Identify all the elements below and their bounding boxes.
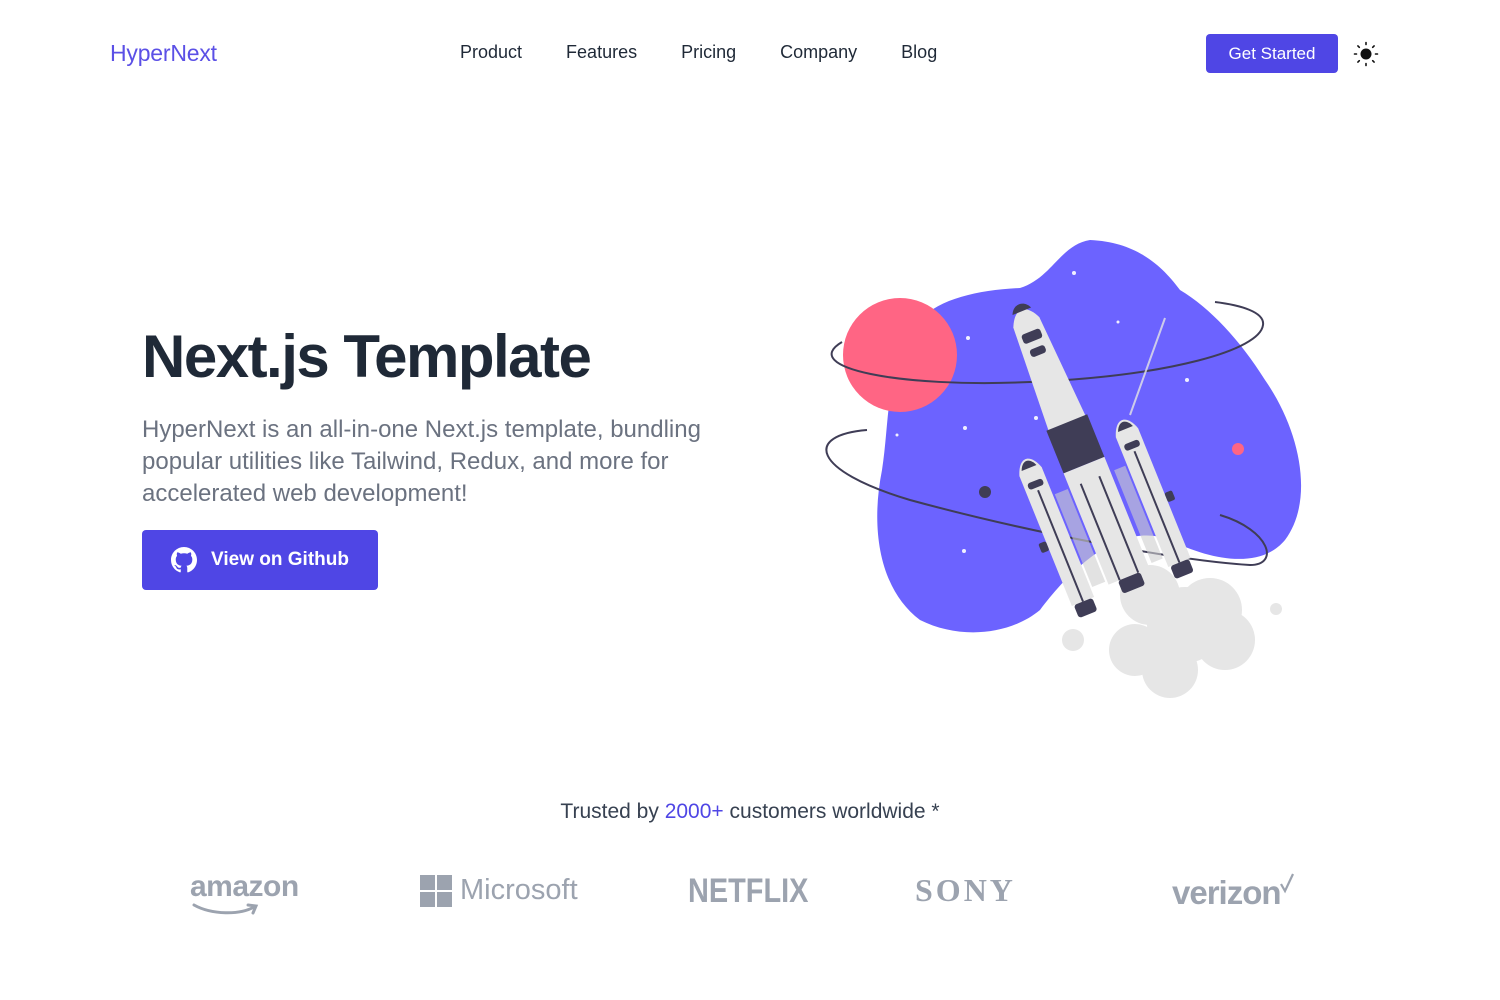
get-started-button[interactable]: Get Started bbox=[1206, 34, 1338, 73]
view-on-github-label: View on Github bbox=[211, 549, 349, 570]
hero-description: HyperNext is an all-in-one Next.js templ… bbox=[142, 416, 701, 507]
rocket-launch-illustration bbox=[825, 240, 1302, 698]
nav-link-blog[interactable]: Blog bbox=[901, 42, 937, 63]
github-icon bbox=[171, 547, 198, 573]
site-header: HyperNext Product Features Pricing Compa… bbox=[0, 0, 1500, 108]
amazon-wordmark: amazon bbox=[190, 870, 299, 903]
netflix-logo: NETFLIX bbox=[688, 872, 809, 910]
customer-count: 2000+ bbox=[664, 800, 724, 823]
theme-toggle[interactable] bbox=[1352, 40, 1380, 68]
checkmark-icon bbox=[1279, 873, 1294, 894]
verizon-wordmark: verizon bbox=[1172, 874, 1282, 911]
sun-icon bbox=[1353, 41, 1379, 67]
trusted-prefix: Trusted by bbox=[560, 800, 659, 823]
pink-dot bbox=[1232, 443, 1244, 455]
windows-grid-icon bbox=[420, 874, 452, 907]
customer-logos: amazon Microsoft NETFLIX SONY verizon bbox=[0, 860, 1500, 920]
verizon-logo: verizon bbox=[1172, 873, 1294, 912]
amazon-logo: amazon bbox=[190, 870, 299, 915]
amazon-smile-icon bbox=[192, 903, 259, 915]
main-nav: Product Features Pricing Company Blog bbox=[460, 42, 937, 63]
nav-link-company[interactable]: Company bbox=[780, 42, 857, 63]
microsoft-logo: Microsoft bbox=[420, 874, 578, 907]
trusted-suffix: customers worldwide * bbox=[729, 800, 940, 823]
hero-title: Next.js Template bbox=[142, 323, 592, 390]
nav-link-product[interactable]: Product bbox=[460, 42, 522, 63]
nav-link-features[interactable]: Features bbox=[566, 42, 637, 63]
view-on-github-button[interactable]: View on Github bbox=[142, 530, 378, 590]
sony-logo: SONY bbox=[915, 872, 1016, 908]
pink-planet bbox=[843, 298, 957, 412]
brand-logo[interactable]: HyperNext bbox=[110, 40, 217, 67]
microsoft-wordmark: Microsoft bbox=[460, 874, 578, 906]
trusted-tagline: Trusted by 2000+ customers worldwide * bbox=[0, 800, 1500, 824]
nav-link-pricing[interactable]: Pricing bbox=[681, 42, 736, 63]
dark-dot bbox=[979, 486, 991, 498]
